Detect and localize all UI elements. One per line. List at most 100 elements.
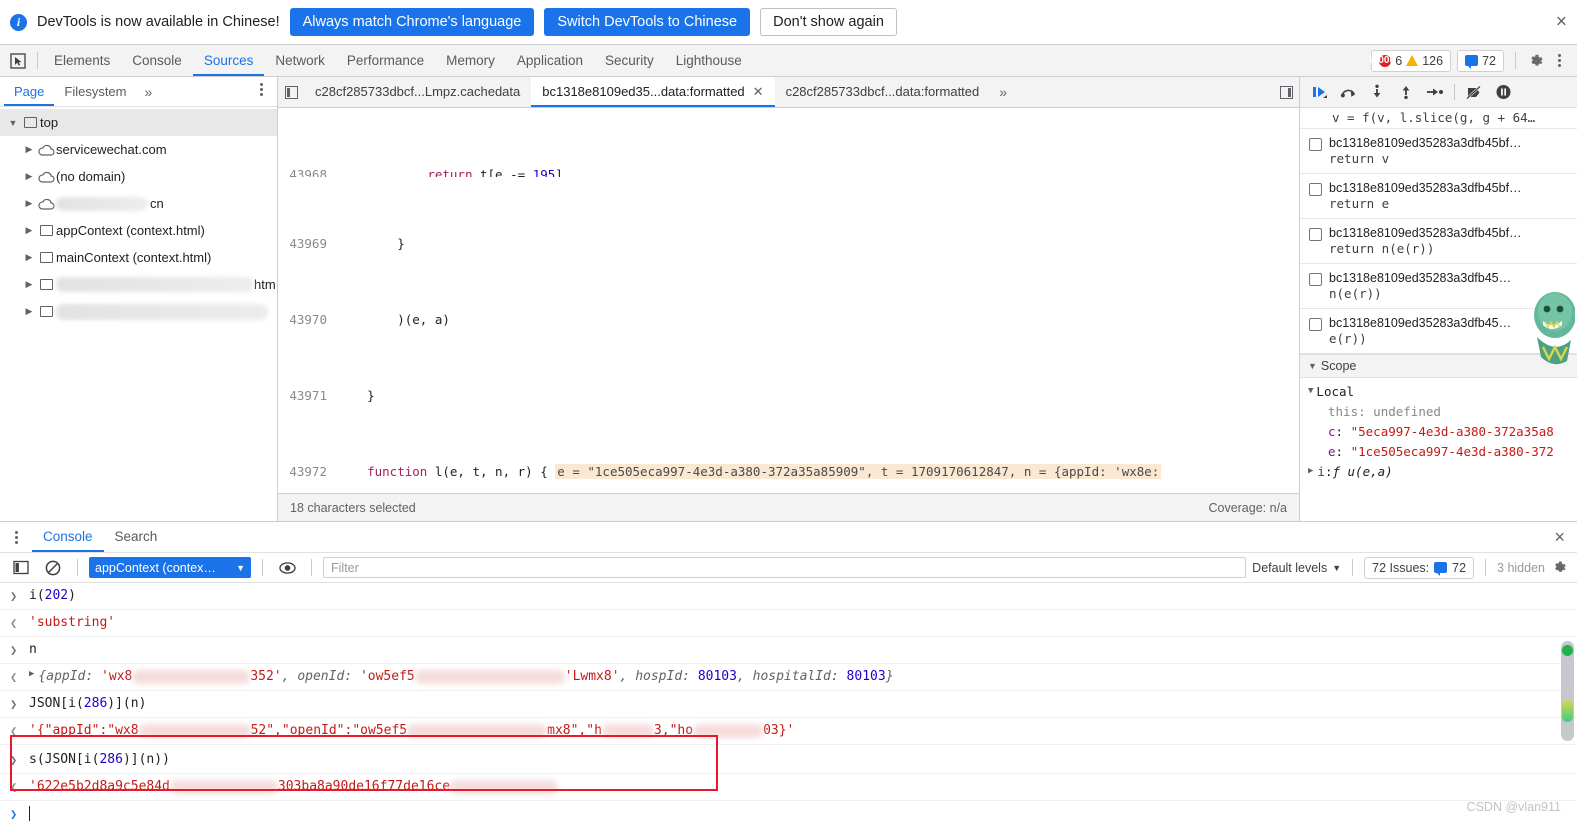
- tab-elements[interactable]: Elements: [43, 45, 121, 76]
- deactivate-breakpoints-icon[interactable]: [1461, 79, 1487, 105]
- gear-icon[interactable]: [1551, 559, 1569, 577]
- warning-count: 126: [1422, 53, 1444, 68]
- frame-icon: [36, 306, 56, 317]
- console-messages[interactable]: ❯ i(202) ❮ 'substring' ❯ n ❮ ▶ {appId: '…: [0, 583, 1577, 822]
- step-into-icon[interactable]: [1364, 79, 1390, 105]
- tab-performance[interactable]: Performance: [336, 45, 435, 76]
- expand-triangle-icon[interactable]: ▶: [22, 252, 36, 263]
- breakpoint-checkbox[interactable]: [1309, 138, 1322, 151]
- breakpoint-item[interactable]: bc1318e8109ed35283a3dfb45bf… return e: [1300, 173, 1577, 218]
- divider: [37, 52, 38, 69]
- tree-item-appcontext[interactable]: ▶ appContext (context.html): [0, 217, 277, 244]
- console-sidebar-icon[interactable]: [8, 555, 34, 581]
- chevron-right-icon[interactable]: ▶: [1308, 466, 1313, 476]
- error-warning-counter[interactable]: \u00d7 6 126: [1369, 49, 1452, 72]
- breakpoint-item[interactable]: bc1318e8109ed35283a3dfb45bf… return n(e(…: [1300, 218, 1577, 263]
- live-expression-icon[interactable]: [274, 555, 300, 581]
- issues-counter[interactable]: 72: [1457, 49, 1504, 72]
- expand-triangle-icon[interactable]: ▼: [6, 118, 20, 128]
- redacted-text: [56, 196, 148, 211]
- clear-console-icon[interactable]: [40, 555, 66, 581]
- inspect-cursor-icon[interactable]: [4, 48, 32, 74]
- tree-item-redacted-domain[interactable]: ▶ cn: [0, 190, 277, 217]
- editor-tab-bc1318-formatted[interactable]: bc1318e8109ed35...data:formatted ✕: [531, 77, 775, 107]
- step-out-icon[interactable]: [1393, 79, 1419, 105]
- chevron-more-icon[interactable]: »: [137, 84, 161, 100]
- issues-count: 72: [1452, 560, 1467, 575]
- code-editor[interactable]: 43968 return t[e -= 195] 43969 } 43970 )…: [278, 108, 1299, 493]
- tab-application[interactable]: Application: [506, 45, 594, 76]
- editor-tab-c28cf-formatted[interactable]: c28cf285733dbcf...data:formatted: [775, 77, 991, 107]
- breakpoint-checkbox[interactable]: [1309, 183, 1322, 196]
- input-arrow-icon: ❯: [10, 697, 18, 711]
- tab-lighthouse[interactable]: Lighthouse: [665, 45, 753, 76]
- console-prompt-row[interactable]: ❯: [0, 801, 1577, 822]
- nav-tab-filesystem[interactable]: Filesystem: [54, 77, 136, 106]
- expand-triangle-icon[interactable]: ▶: [22, 279, 36, 290]
- step-icon[interactable]: [1422, 79, 1448, 105]
- tab-memory[interactable]: Memory: [435, 45, 506, 76]
- tree-item-servicewechat[interactable]: ▶ servicewechat.com: [0, 136, 277, 163]
- tree-item-maincontext[interactable]: ▶ mainContext (context.html): [0, 244, 277, 271]
- expand-triangle-icon[interactable]: ▶: [29, 669, 34, 679]
- switch-devtools-to-chinese-button[interactable]: Switch DevTools to Chinese: [544, 8, 751, 36]
- tab-console[interactable]: Console: [121, 45, 193, 76]
- debugger-toolbar: [1300, 77, 1577, 108]
- close-icon[interactable]: ✕: [753, 77, 764, 107]
- editor-tabs-overflow-icon[interactable]: »: [990, 84, 1016, 100]
- close-icon[interactable]: ×: [1556, 13, 1567, 32]
- expand-triangle-icon[interactable]: ▶: [22, 306, 36, 317]
- tree-item-top[interactable]: ▼ top: [0, 109, 277, 136]
- scope-variable-row[interactable]: ▶ i: ƒ u(e,a): [1300, 461, 1577, 481]
- console-output-object-row: ❮ ▶ {appId: 'wx8 352', openId: 'ow5ef5 'Lw…: [0, 664, 1577, 691]
- watermark-text: CSDN @vlan911: [1466, 800, 1561, 814]
- scope-group-local[interactable]: ▼ Local: [1300, 381, 1577, 401]
- kebab-menu-icon[interactable]: [1551, 54, 1567, 67]
- pause-on-exceptions-icon[interactable]: [1490, 79, 1516, 105]
- console-scrollbar[interactable]: [1561, 641, 1574, 741]
- dont-show-again-button[interactable]: Don't show again: [760, 8, 897, 36]
- nav-tab-page[interactable]: Page: [4, 77, 54, 106]
- breakpoint-checkbox[interactable]: [1309, 228, 1322, 241]
- expand-triangle-icon[interactable]: ▶: [22, 198, 36, 209]
- tree-item-redacted-frame-2[interactable]: ▶: [0, 298, 277, 325]
- console-message-text: s(JSON[i(286)](n)): [29, 752, 170, 767]
- expand-triangle-icon[interactable]: ▶: [22, 171, 36, 182]
- expand-triangle-icon[interactable]: ▶: [22, 144, 36, 155]
- console-issues-button[interactable]: 72 Issues: 72: [1364, 556, 1475, 579]
- close-icon[interactable]: ×: [1554, 528, 1577, 546]
- console-context-select[interactable]: appContext (contex… ▼: [89, 557, 251, 578]
- editor-tab-cachedata[interactable]: c28cf285733dbcf...Lmpz.cachedata: [304, 77, 531, 107]
- console-filter-input[interactable]: [323, 557, 1247, 578]
- console-input-row: ❯ n: [0, 637, 1577, 664]
- tab-network[interactable]: Network: [264, 45, 336, 76]
- always-match-language-button[interactable]: Always match Chrome's language: [289, 8, 535, 36]
- scroll-tabs-right-icon[interactable]: [1273, 77, 1299, 107]
- log-levels-select[interactable]: Default levels ▼: [1252, 561, 1341, 575]
- breakpoint-item[interactable]: bc1318e8109ed35283a3dfb45bf… return v: [1300, 128, 1577, 173]
- breakpoint-checkbox[interactable]: [1309, 273, 1322, 286]
- chevron-down-icon: ▼: [1332, 562, 1342, 573]
- divider: [311, 559, 312, 576]
- expand-triangle-icon[interactable]: ▶: [22, 225, 36, 236]
- tab-security[interactable]: Security: [594, 45, 665, 76]
- step-over-icon[interactable]: [1335, 79, 1361, 105]
- tree-item-label: top: [40, 115, 59, 130]
- editor-pane: c28cf285733dbcf...Lmpz.cachedata bc1318e…: [278, 77, 1300, 521]
- scroll-tabs-left-icon[interactable]: [278, 77, 304, 107]
- kebab-menu-icon[interactable]: [8, 530, 24, 544]
- tree-item-redacted-frame-1[interactable]: ▶ htm: [0, 271, 277, 298]
- gear-icon[interactable]: [1527, 52, 1545, 70]
- drawer-tab-search[interactable]: Search: [104, 522, 169, 552]
- text-caret: [29, 806, 30, 821]
- drawer-tab-console[interactable]: Console: [32, 522, 104, 552]
- breakpoint-checkbox[interactable]: [1309, 318, 1322, 331]
- resume-script-icon[interactable]: [1306, 79, 1332, 105]
- console-prompt-input[interactable]: [29, 806, 30, 822]
- tab-sources[interactable]: Sources: [193, 45, 265, 76]
- editor-status-bar: 18 characters selected Coverage: n/a: [278, 493, 1299, 521]
- editor-tab-label: bc1318e8109ed35...data:formatted: [542, 84, 745, 99]
- status-indicator-green-icon: [1562, 645, 1573, 656]
- tree-item-no-domain[interactable]: ▶ (no domain): [0, 163, 277, 190]
- kebab-menu-icon[interactable]: [253, 83, 269, 96]
